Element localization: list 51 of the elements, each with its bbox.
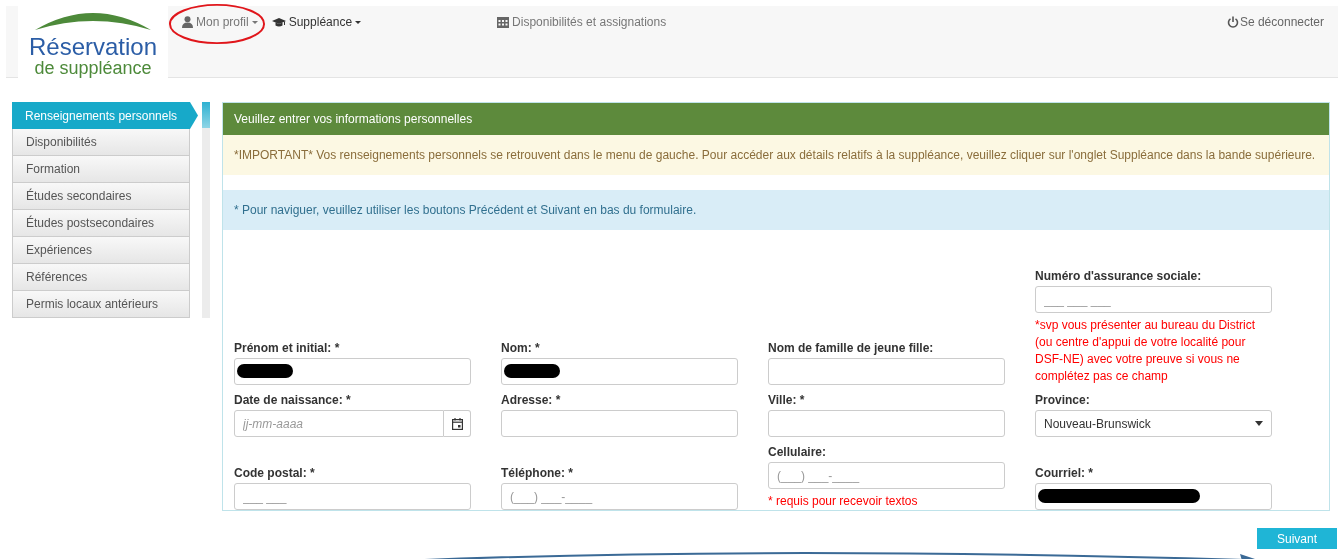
warning-alert: *IMPORTANT* Vos renseignements personnels se retrouvent dans le menu de gauche. Pour accéder aux détails relatifs à la suppléance, veuillez cliquer sur l'onglet Suppléance dans la bande supérieure.	[223, 135, 1329, 175]
scrollbar-thumb[interactable]	[202, 102, 210, 128]
scrollbar[interactable]	[202, 102, 210, 318]
field-label: Code postal: *	[234, 466, 316, 480]
text-field[interactable]: (___) ___-____	[501, 483, 738, 510]
logo-subtitle: de suppléance	[34, 59, 152, 77]
logo-title: Réservation	[28, 35, 158, 59]
user-icon	[182, 16, 193, 28]
field-label: Nom: *	[501, 341, 541, 355]
sidebar-item[interactable]: Références	[12, 264, 190, 291]
info-alert: * Pour naviguer, veuillez utiliser les boutons Précédent et Suivant en bas du formulaire.	[223, 190, 1329, 230]
sidebar-item[interactable]: Permis locaux antérieurs	[12, 291, 190, 318]
province-select[interactable]: Nouveau-Brunswick	[1035, 410, 1272, 437]
field-label: Courriel: *	[1035, 466, 1094, 480]
field-label: Date de naissance: *	[234, 393, 352, 407]
field-label: Téléphone: *	[501, 466, 574, 480]
text-field[interactable]	[501, 410, 738, 437]
logo[interactable]: Réservation de suppléance	[18, 6, 168, 78]
field-note: * requis pour recevoir textos	[768, 493, 919, 510]
field-label: Nom de famille de jeune fille:	[768, 341, 935, 355]
field-label: Ville: *	[768, 393, 806, 407]
caret-icon	[355, 20, 362, 24]
text-field[interactable]: ___ ___ ___	[1035, 286, 1272, 313]
calendar-button[interactable]	[444, 410, 471, 437]
nav-link[interactable]: Suppléance	[269, 15, 370, 29]
calendar-icon	[497, 16, 510, 28]
power-icon	[1226, 16, 1239, 28]
text-field[interactable]: ___ ___	[234, 483, 471, 510]
calendar-icon	[451, 417, 463, 430]
panel-header: Veuillez entrer vos informations personnelles	[223, 103, 1329, 135]
caret-icon	[251, 20, 258, 24]
field-label: Numéro d'assurance sociale:	[1035, 269, 1203, 283]
field-label: Cellulaire:	[768, 445, 828, 459]
text-field[interactable]	[768, 358, 1005, 385]
sidebar-item[interactable]: Expériences	[12, 237, 190, 264]
redaction-mark	[504, 364, 560, 378]
sidebar-item[interactable]: Formation	[12, 156, 190, 183]
field-note: *svp vous présenter au bureau du District (ou centre d'appui de votre localité pour DSF-NE) avec votre preuve si vous ne complétez pas ce champ	[1035, 317, 1257, 385]
sidebar-item[interactable]: Études postsecondaires	[12, 210, 190, 237]
field-label: Province:	[1035, 393, 1091, 407]
redaction-mark	[237, 364, 293, 378]
field-label: Adresse: *	[501, 393, 562, 407]
text-field[interactable]	[768, 410, 1005, 437]
sidebar-item[interactable]: Disponibilités	[12, 129, 190, 156]
sidebar-item[interactable]: Études secondaires	[12, 183, 190, 210]
graduation-cap-icon	[271, 16, 286, 28]
dropdown-arrow-icon	[1255, 421, 1263, 426]
field-label: Prénom et initial: *	[234, 341, 341, 355]
text-field[interactable]: (___) ___-____	[768, 462, 1005, 489]
logout-link[interactable]: Se déconnecter	[1226, 15, 1324, 29]
nav-link[interactable]: Disponibilités et assignations	[495, 15, 675, 29]
